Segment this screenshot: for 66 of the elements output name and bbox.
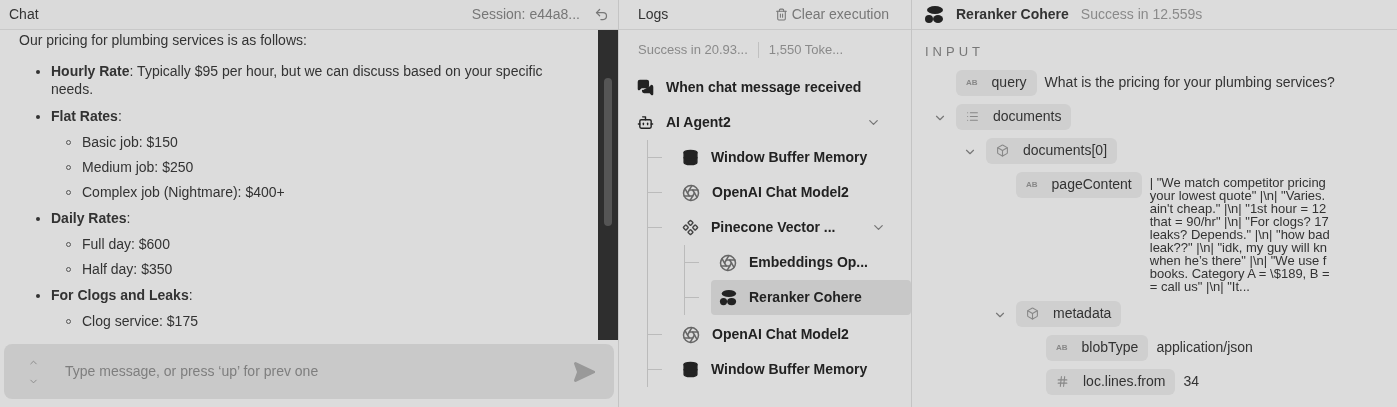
- node-status: Success in 12.559s: [1080, 5, 1203, 24]
- blobs-icon: [924, 4, 944, 25]
- chat-bubbles-icon: [637, 79, 654, 96]
- field-key[interactable]: AB pageContent: [1016, 171, 1142, 198]
- session-id: Session: e44a8...: [471, 5, 580, 24]
- type-label: AB: [1056, 341, 1068, 354]
- cube-icon: [1026, 307, 1039, 320]
- blobs-icon: [719, 288, 737, 307]
- trash-icon: [774, 8, 788, 21]
- field-key[interactable]: loc.lines.from: [1046, 368, 1176, 395]
- bullet-icon: [36, 217, 40, 221]
- list-item: Half day: $350: [82, 261, 173, 277]
- scrollbar[interactable]: [598, 30, 618, 340]
- log-item[interactable]: Window Buffer Memory: [674, 140, 896, 175]
- panel-title: Logs: [638, 5, 669, 24]
- token-count: 1,550 Toke...: [768, 41, 844, 60]
- log-item[interactable]: When chat message received: [629, 70, 891, 105]
- list-item: Medium job: $250: [82, 159, 194, 175]
- chat-message: Our pricing for plumbing services is as follows:: [19, 32, 308, 48]
- log-item[interactable]: Embeddings Op...: [711, 245, 911, 280]
- list-item: Daily Rates:: [51, 209, 131, 227]
- log-item[interactable]: Pinecone Vector ...: [674, 210, 896, 245]
- section-label: INPUT: [924, 43, 985, 61]
- list-item: Flat Rates:: [51, 107, 122, 125]
- panel-title: Chat: [9, 5, 39, 24]
- field-key[interactable]: documents[0]: [986, 137, 1118, 164]
- field-value: | "We match competitor pricing your lowest quote" |\n| "Varies. ain't cheap." |\n| "1st hour = 12 that = 90/hr" |\n| "For clogs? 17 leaks? Depends." |\n| "how bad leak??" |\n| "idk, my guy will kn when he’s there" |\n| "We use f books. Category A = \$189, B = = call us" |\n| "It...: [1149, 173, 1330, 293]
- list-icon: [966, 110, 979, 123]
- log-item[interactable]: AI Agent2: [629, 105, 891, 140]
- field-value: application/json: [1156, 338, 1253, 357]
- log-item[interactable]: OpenAI Chat Model2: [674, 175, 896, 210]
- message-field[interactable]: Type message, or press ‘up’ for prev one: [4, 344, 614, 399]
- aperture-icon: [719, 253, 737, 272]
- cube-icon: [996, 144, 1009, 157]
- bullet-icon: [36, 115, 40, 119]
- bullet-icon: [36, 294, 40, 298]
- bullet-icon: [36, 70, 40, 74]
- type-label: AB: [1026, 178, 1038, 191]
- message-input[interactable]: Type message, or press ‘up’ for prev one: [65, 361, 546, 382]
- field-key[interactable]: documents: [956, 103, 1072, 130]
- log-item[interactable]: OpenAI Chat Model2: [674, 317, 896, 352]
- robot-icon: [637, 114, 654, 131]
- field-key[interactable]: AB query: [956, 69, 1037, 96]
- node-title: Reranker Cohere: [956, 5, 1069, 24]
- list-item: For Clogs and Leaks:: [51, 286, 193, 304]
- undo-icon[interactable]: [594, 7, 609, 22]
- aperture-icon: [682, 325, 700, 344]
- execution-status: Success in 20.93...: [638, 41, 748, 60]
- type-label: AB: [966, 76, 978, 89]
- database-icon: [682, 361, 699, 378]
- field-key[interactable]: AB blobType: [1046, 334, 1149, 361]
- cluster-icon: [682, 219, 699, 236]
- aperture-icon: [682, 183, 700, 202]
- database-icon: [682, 149, 699, 166]
- send-icon[interactable]: [572, 359, 596, 384]
- field-key[interactable]: metadata: [1016, 300, 1122, 327]
- list-item: Hourly Rate: Typically $95 per hour, but we can discuss based on your specific needs.: [51, 62, 544, 98]
- list-item: Complex job (Nightmare): $400+: [82, 184, 285, 200]
- list-item: Basic job: $150: [82, 134, 178, 150]
- list-item: Clog service: $175: [82, 313, 198, 329]
- field-value: What is the pricing for your plumbing services?: [1044, 73, 1335, 92]
- hash-icon: [1056, 375, 1069, 388]
- log-item[interactable]: Reranker Cohere: [711, 280, 911, 315]
- field-value: 34: [1183, 372, 1200, 391]
- log-item[interactable]: Window Buffer Memory: [674, 352, 896, 387]
- list-item: Full day: $600: [82, 236, 170, 252]
